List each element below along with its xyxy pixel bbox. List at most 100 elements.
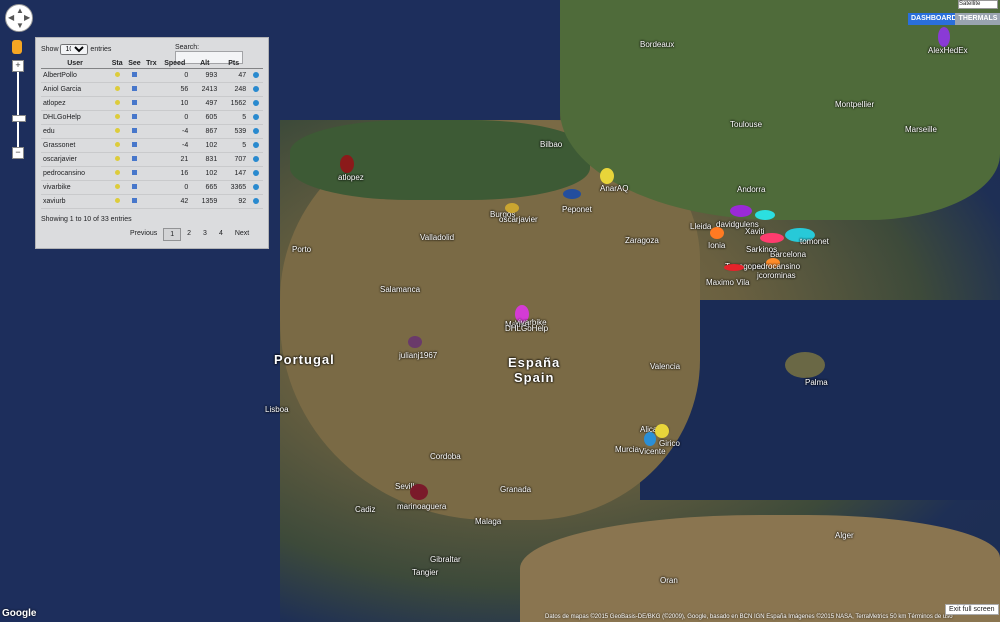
info-cell[interactable]	[248, 68, 263, 83]
column-header-alt[interactable]: Alt	[190, 58, 220, 69]
pan-right-icon[interactable]: ▶	[24, 13, 30, 22]
pilot-label: DHLGoHelp	[505, 324, 549, 333]
user-cell: pedrocansino	[41, 166, 110, 181]
see-track-icon[interactable]	[131, 114, 137, 119]
info-icon[interactable]	[252, 99, 259, 106]
see-cell[interactable]	[125, 180, 144, 195]
pilot-track[interactable]	[505, 203, 519, 213]
table-row[interactable]: pedrocansino 16 102 147	[41, 166, 263, 181]
pilot-track[interactable]	[408, 336, 422, 348]
table-row[interactable]: vivarbike 0 665 3365	[41, 180, 263, 195]
pan-control[interactable]: ▲ ▼ ◀ ▶	[5, 4, 33, 32]
page-button-1[interactable]: 1	[163, 228, 182, 241]
pilot-track[interactable]	[563, 189, 581, 199]
pilot-track[interactable]	[760, 233, 784, 243]
see-cell[interactable]	[125, 166, 144, 181]
page-button-3[interactable]: 3	[197, 228, 213, 241]
country-label: Spain	[514, 370, 555, 385]
table-row[interactable]: atlopez 10 497 1562	[41, 96, 263, 111]
column-header-pts[interactable]: Pts	[219, 58, 249, 69]
page-button-2[interactable]: 2	[181, 228, 197, 241]
page-size-select[interactable]: 10	[60, 44, 89, 55]
see-track-icon[interactable]	[131, 142, 137, 147]
column-header-see[interactable]: See	[125, 58, 144, 69]
exit-fullscreen-button[interactable]: Exit full screen	[945, 604, 999, 615]
table-row[interactable]: DHLGoHelp 0 605 5	[41, 110, 263, 125]
pilot-label: julianj1967	[399, 351, 438, 360]
table-row[interactable]: edu -4 867 539	[41, 124, 263, 139]
pilot-track[interactable]	[644, 432, 656, 446]
see-cell[interactable]	[125, 96, 144, 111]
see-track-icon[interactable]	[131, 170, 137, 175]
column-header-trx[interactable]: Trx	[143, 58, 160, 69]
info-cell[interactable]	[248, 166, 263, 181]
info-icon[interactable]	[252, 155, 259, 162]
info-cell[interactable]	[248, 180, 263, 195]
info-icon[interactable]	[252, 141, 259, 148]
pilot-track[interactable]	[410, 484, 428, 500]
info-icon[interactable]	[252, 113, 259, 120]
info-icon[interactable]	[252, 85, 259, 92]
zoom-in-button[interactable]: +	[12, 60, 24, 72]
see-cell[interactable]	[125, 194, 144, 209]
pilot-track[interactable]	[730, 205, 752, 217]
zoom-out-button[interactable]: −	[12, 147, 24, 159]
info-icon[interactable]	[252, 71, 259, 78]
info-cell[interactable]	[248, 194, 263, 209]
previous-page-button[interactable]: Previous	[124, 228, 163, 241]
next-page-button[interactable]: Next	[229, 228, 255, 241]
info-cell[interactable]	[248, 124, 263, 139]
column-header-status[interactable]: Sta	[109, 58, 126, 69]
see-track-icon[interactable]	[131, 156, 137, 161]
pan-up-icon[interactable]: ▲	[16, 6, 24, 15]
see-cell[interactable]	[125, 138, 144, 153]
pan-left-icon[interactable]: ◀	[8, 13, 14, 22]
pilot-track[interactable]	[755, 210, 775, 220]
column-header-user[interactable]: User	[41, 58, 110, 69]
table-row[interactable]: oscarjavier 21 831 707	[41, 152, 263, 167]
see-cell[interactable]	[125, 82, 144, 97]
see-cell[interactable]	[125, 152, 144, 167]
zoom-slider-thumb[interactable]	[12, 115, 26, 122]
info-icon[interactable]	[252, 169, 259, 176]
pilot-track[interactable]	[724, 264, 744, 271]
pegman-icon[interactable]	[12, 40, 22, 54]
dashboard-button[interactable]: DASHBOARD	[908, 13, 958, 25]
speed-cell: 10	[159, 96, 191, 111]
table-row[interactable]: Grassonet -4 102 5	[41, 138, 263, 153]
info-icon[interactable]	[252, 197, 259, 204]
zoom-slider-track[interactable]	[17, 60, 19, 155]
pilot-track[interactable]	[710, 227, 724, 239]
trx-cell	[143, 180, 160, 195]
pilot-track[interactable]	[340, 155, 354, 173]
map-type-select[interactable]: Satellite	[958, 0, 998, 9]
thermals-button[interactable]: THERMALS	[955, 13, 1000, 25]
see-track-icon[interactable]	[131, 184, 137, 189]
speed-cell: 0	[159, 180, 191, 195]
pan-down-icon[interactable]: ▼	[16, 21, 24, 30]
pilot-track[interactable]	[600, 168, 614, 184]
page-button-4[interactable]: 4	[213, 228, 229, 241]
see-track-icon[interactable]	[131, 128, 137, 133]
table-row[interactable]: Aniol Garcia 56 2413 248	[41, 82, 263, 97]
city-label: Murcia	[615, 445, 640, 454]
column-header-speed[interactable]: Speed	[159, 58, 191, 69]
see-cell[interactable]	[125, 110, 144, 125]
see-track-icon[interactable]	[131, 198, 137, 203]
see-cell[interactable]	[125, 124, 144, 139]
see-track-icon[interactable]	[131, 72, 137, 77]
table-row[interactable]: AlbertPollo 0 993 47	[41, 68, 263, 83]
see-track-icon[interactable]	[131, 100, 137, 105]
info-cell[interactable]	[248, 152, 263, 167]
info-cell[interactable]	[248, 110, 263, 125]
info-cell[interactable]	[248, 96, 263, 111]
pilot-track[interactable]	[655, 424, 669, 438]
info-cell[interactable]	[248, 82, 263, 97]
table-row[interactable]: xaviurb 42 1359 92	[41, 194, 263, 209]
pilot-track[interactable]	[938, 27, 950, 47]
info-cell[interactable]	[248, 138, 263, 153]
info-icon[interactable]	[252, 127, 259, 134]
see-cell[interactable]	[125, 68, 144, 83]
info-icon[interactable]	[252, 183, 259, 190]
see-track-icon[interactable]	[131, 86, 137, 91]
